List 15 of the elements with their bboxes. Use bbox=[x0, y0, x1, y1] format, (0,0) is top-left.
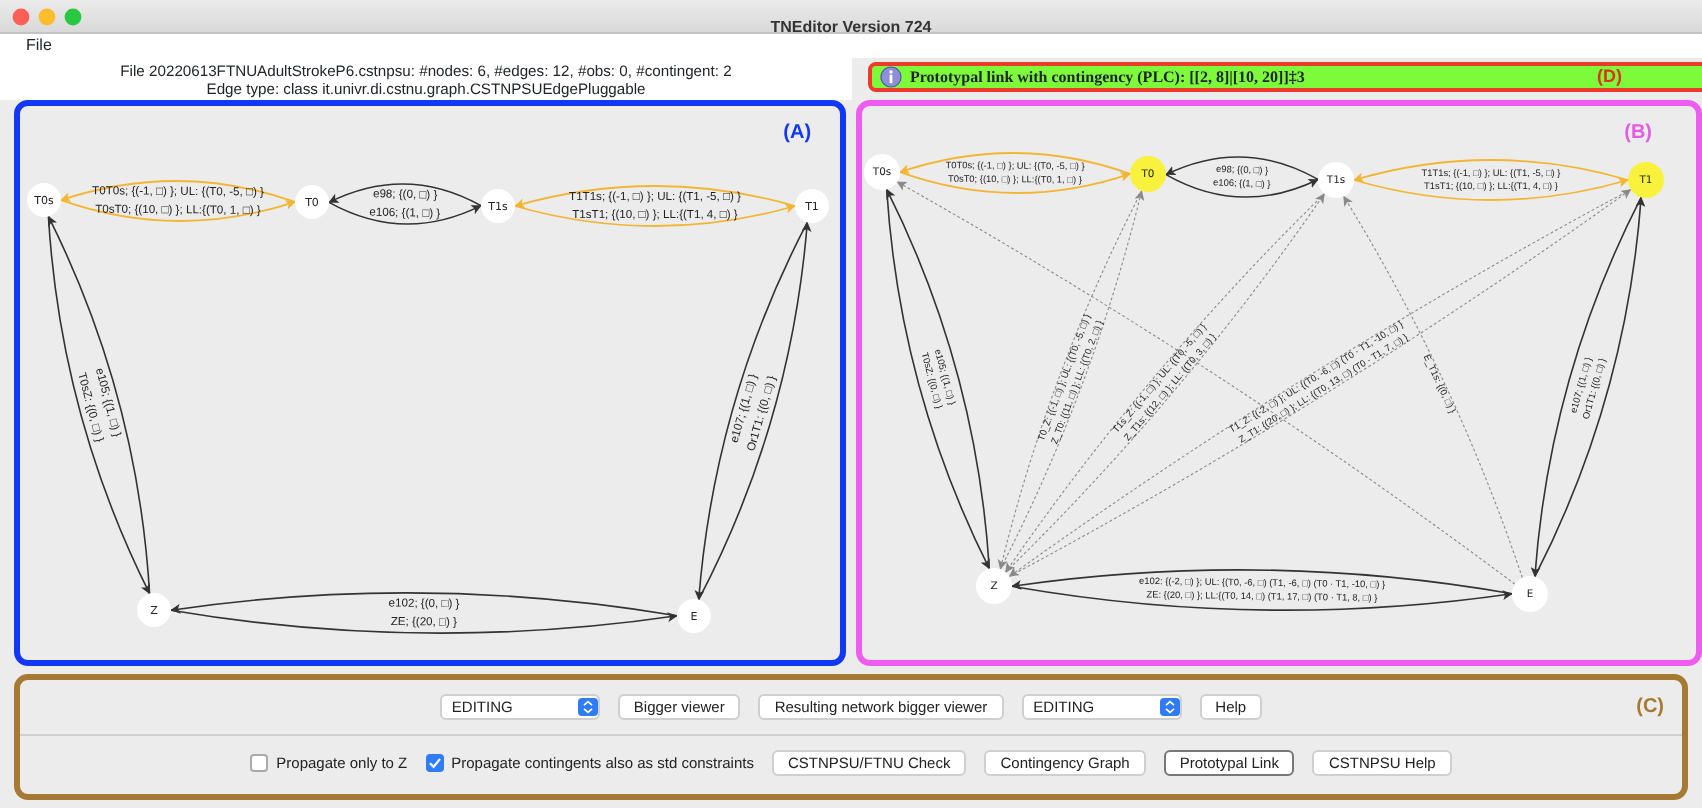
close-button[interactable] bbox=[12, 8, 30, 26]
menu-item[interactable]: File bbox=[26, 34, 52, 58]
chevron-icon bbox=[1159, 698, 1180, 716]
section-tag: (C) bbox=[1636, 692, 1664, 722]
section-tag: (D) bbox=[1597, 63, 1622, 91]
zoom-button[interactable] bbox=[64, 8, 82, 26]
chevron-icon bbox=[577, 698, 598, 716]
plc-text: Prototypal link with contingency (PLC): [[2, 8]|[10, 20]]‡3 bbox=[910, 65, 1305, 89]
checkbox[interactable] bbox=[250, 754, 269, 772]
info-icon bbox=[880, 66, 902, 88]
window-title: TNEditor Version 724 bbox=[770, 18, 932, 36]
minimize-button[interactable] bbox=[38, 8, 56, 26]
section-tag: (B) bbox=[1624, 118, 1652, 148]
section-tag: (A) bbox=[783, 118, 812, 148]
checkbox[interactable] bbox=[425, 754, 444, 772]
